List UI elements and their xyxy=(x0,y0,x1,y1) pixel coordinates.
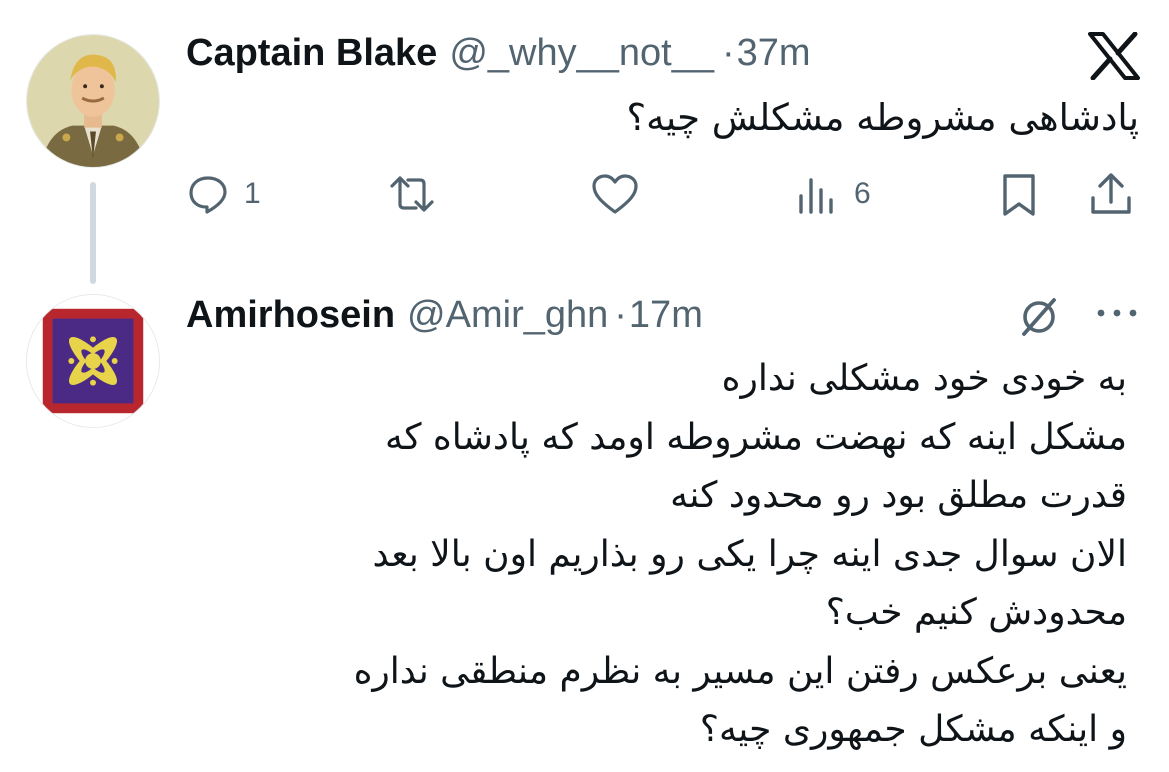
author-name[interactable]: Amirhosein xyxy=(186,294,395,337)
tweet-text-line: به خودی خود مشکلی نداره xyxy=(721,358,1127,399)
reply-count: 1 xyxy=(244,177,261,210)
post-time[interactable]: 37m xyxy=(737,32,811,75)
tweet1-header: Captain Blake @_why__not__ · 37m xyxy=(186,32,811,78)
tweet-text-line: محدودش کنیم خب؟ xyxy=(825,592,1127,633)
tweet-text-line: و اینکه مشکل جمهوری چیه؟ xyxy=(699,709,1127,750)
reply-icon xyxy=(186,172,230,216)
x-logo-icon[interactable] xyxy=(1088,32,1140,80)
repost-icon xyxy=(386,172,438,216)
tweet1-text: پادشاهی مشروطه مشکلش چیه؟ xyxy=(626,96,1139,139)
avatar-captain-blake[interactable] xyxy=(26,34,160,168)
views-icon xyxy=(796,172,836,216)
tweet2-header: Amirhosein @Amir_ghn · 17m xyxy=(186,294,703,340)
tweet-text-line: یعنی برعکس رفتن این مسیر به نظرم منطقی ن… xyxy=(353,650,1127,692)
author-name[interactable]: Captain Blake xyxy=(186,32,437,75)
share-icon xyxy=(1088,170,1134,218)
meta-separator: · xyxy=(721,32,735,74)
share-button[interactable] xyxy=(1088,170,1134,218)
grok-icon[interactable] xyxy=(1016,294,1062,340)
more-icon[interactable] xyxy=(1094,306,1140,320)
avatar-amirhosein[interactable] xyxy=(26,294,160,428)
like-button[interactable] xyxy=(590,172,640,216)
tweet-text-line: الان سوال جدی اینه چرا یکی رو بذاریم اون… xyxy=(372,533,1127,575)
tweet-text-line: مشکل اینه که نهضت مشروطه اومد که پادشاه … xyxy=(385,416,1127,458)
bookmark-button[interactable] xyxy=(1000,172,1038,218)
bookmark-icon xyxy=(1000,172,1038,218)
author-handle[interactable]: @Amir_ghn xyxy=(407,294,608,337)
repost-button[interactable] xyxy=(386,172,438,216)
author-handle[interactable]: @_why__not__ xyxy=(449,32,714,75)
tweet-text-line: قدرت مطلق بود رو محدود کنه xyxy=(670,475,1127,516)
like-icon xyxy=(590,172,640,216)
views-button[interactable]: 6 xyxy=(796,172,871,216)
views-count: 6 xyxy=(854,177,871,210)
thread-connector-line xyxy=(90,182,96,284)
post-time[interactable]: 17m xyxy=(629,294,703,337)
reply-button[interactable]: 1 xyxy=(186,172,261,216)
meta-separator: · xyxy=(614,294,627,336)
tweet2-text: به خودی خود مشکلی نداره مشکل اینه که نهض… xyxy=(354,350,1127,760)
